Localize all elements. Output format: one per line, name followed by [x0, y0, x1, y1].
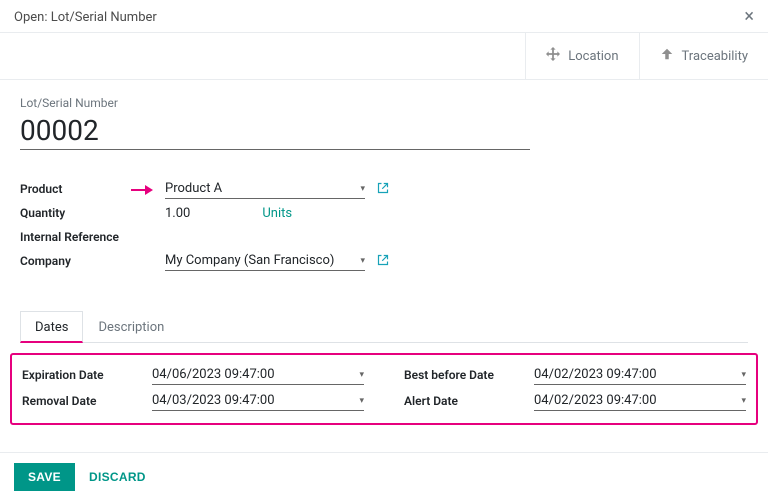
- quantity-label: Quantity: [20, 206, 165, 220]
- product-label: Product: [20, 182, 165, 196]
- action-bar: Location Traceability: [0, 33, 768, 80]
- dates-panel-highlight: Expiration Date 04/06/2023 09:47:00 ▾ Re…: [10, 353, 758, 425]
- location-button[interactable]: Location: [525, 33, 638, 79]
- traceability-button[interactable]: Traceability: [639, 33, 768, 79]
- alert-date-value: 04/02/2023 09:47:00: [534, 393, 657, 408]
- company-select[interactable]: My Company (San Francisco) ▾: [165, 251, 365, 271]
- discard-button[interactable]: DISCARD: [89, 470, 146, 484]
- chevron-down-icon: ▾: [360, 184, 365, 194]
- external-link-icon[interactable]: [377, 254, 389, 269]
- tab-dates[interactable]: Dates: [20, 311, 83, 343]
- expiration-date-value: 04/06/2023 09:47:00: [152, 367, 275, 382]
- lot-serial-value[interactable]: 00002: [20, 114, 530, 150]
- tab-bar: Dates Description: [20, 310, 748, 343]
- lot-serial-label: Lot/Serial Number: [20, 96, 748, 110]
- best-before-date-label: Best before Date: [404, 368, 534, 382]
- form-content: Lot/Serial Number 00002 Product Product …: [0, 80, 768, 272]
- best-before-date-value: 04/02/2023 09:47:00: [534, 367, 657, 382]
- chevron-down-icon: ▾: [359, 370, 364, 380]
- modal-footer: SAVE DISCARD: [0, 452, 768, 501]
- company-value: My Company (San Francisco): [165, 253, 334, 268]
- traceability-label: Traceability: [682, 49, 748, 64]
- alert-date-label: Alert Date: [404, 394, 534, 408]
- best-before-date-field[interactable]: 04/02/2023 09:47:00 ▾: [534, 365, 746, 385]
- modal-header: Open: Lot/Serial Number ×: [0, 0, 768, 33]
- chevron-down-icon: ▾: [741, 396, 746, 406]
- save-button[interactable]: SAVE: [14, 463, 75, 491]
- company-label: Company: [20, 254, 165, 268]
- removal-date-value: 04/03/2023 09:47:00: [152, 393, 275, 408]
- location-label: Location: [568, 49, 618, 64]
- modal-title: Open: Lot/Serial Number: [14, 10, 157, 25]
- move-icon: [546, 47, 560, 65]
- product-select[interactable]: Product A ▾: [165, 179, 365, 199]
- arrow-right-icon: [131, 184, 155, 196]
- expiration-date-field[interactable]: 04/06/2023 09:47:00 ▾: [152, 365, 364, 385]
- units-link[interactable]: Units: [262, 206, 292, 221]
- chevron-down-icon: ▾: [359, 396, 364, 406]
- alert-date-field[interactable]: 04/02/2023 09:47:00 ▾: [534, 391, 746, 411]
- quantity-value: 1.00: [165, 206, 190, 221]
- external-link-icon[interactable]: [377, 182, 389, 197]
- expiration-date-label: Expiration Date: [22, 368, 152, 382]
- form-fields: Product Product A ▾ Quantity 1.00 Units: [20, 178, 748, 272]
- chevron-down-icon: ▾: [741, 370, 746, 380]
- arrow-up-icon: [660, 47, 674, 65]
- removal-date-field[interactable]: 04/03/2023 09:47:00 ▾: [152, 391, 364, 411]
- chevron-down-icon: ▾: [360, 256, 365, 266]
- close-icon[interactable]: ×: [744, 8, 754, 26]
- internal-reference-label: Internal Reference: [20, 230, 165, 244]
- product-value: Product A: [165, 181, 222, 196]
- tab-description[interactable]: Description: [83, 311, 179, 343]
- removal-date-label: Removal Date: [22, 394, 152, 408]
